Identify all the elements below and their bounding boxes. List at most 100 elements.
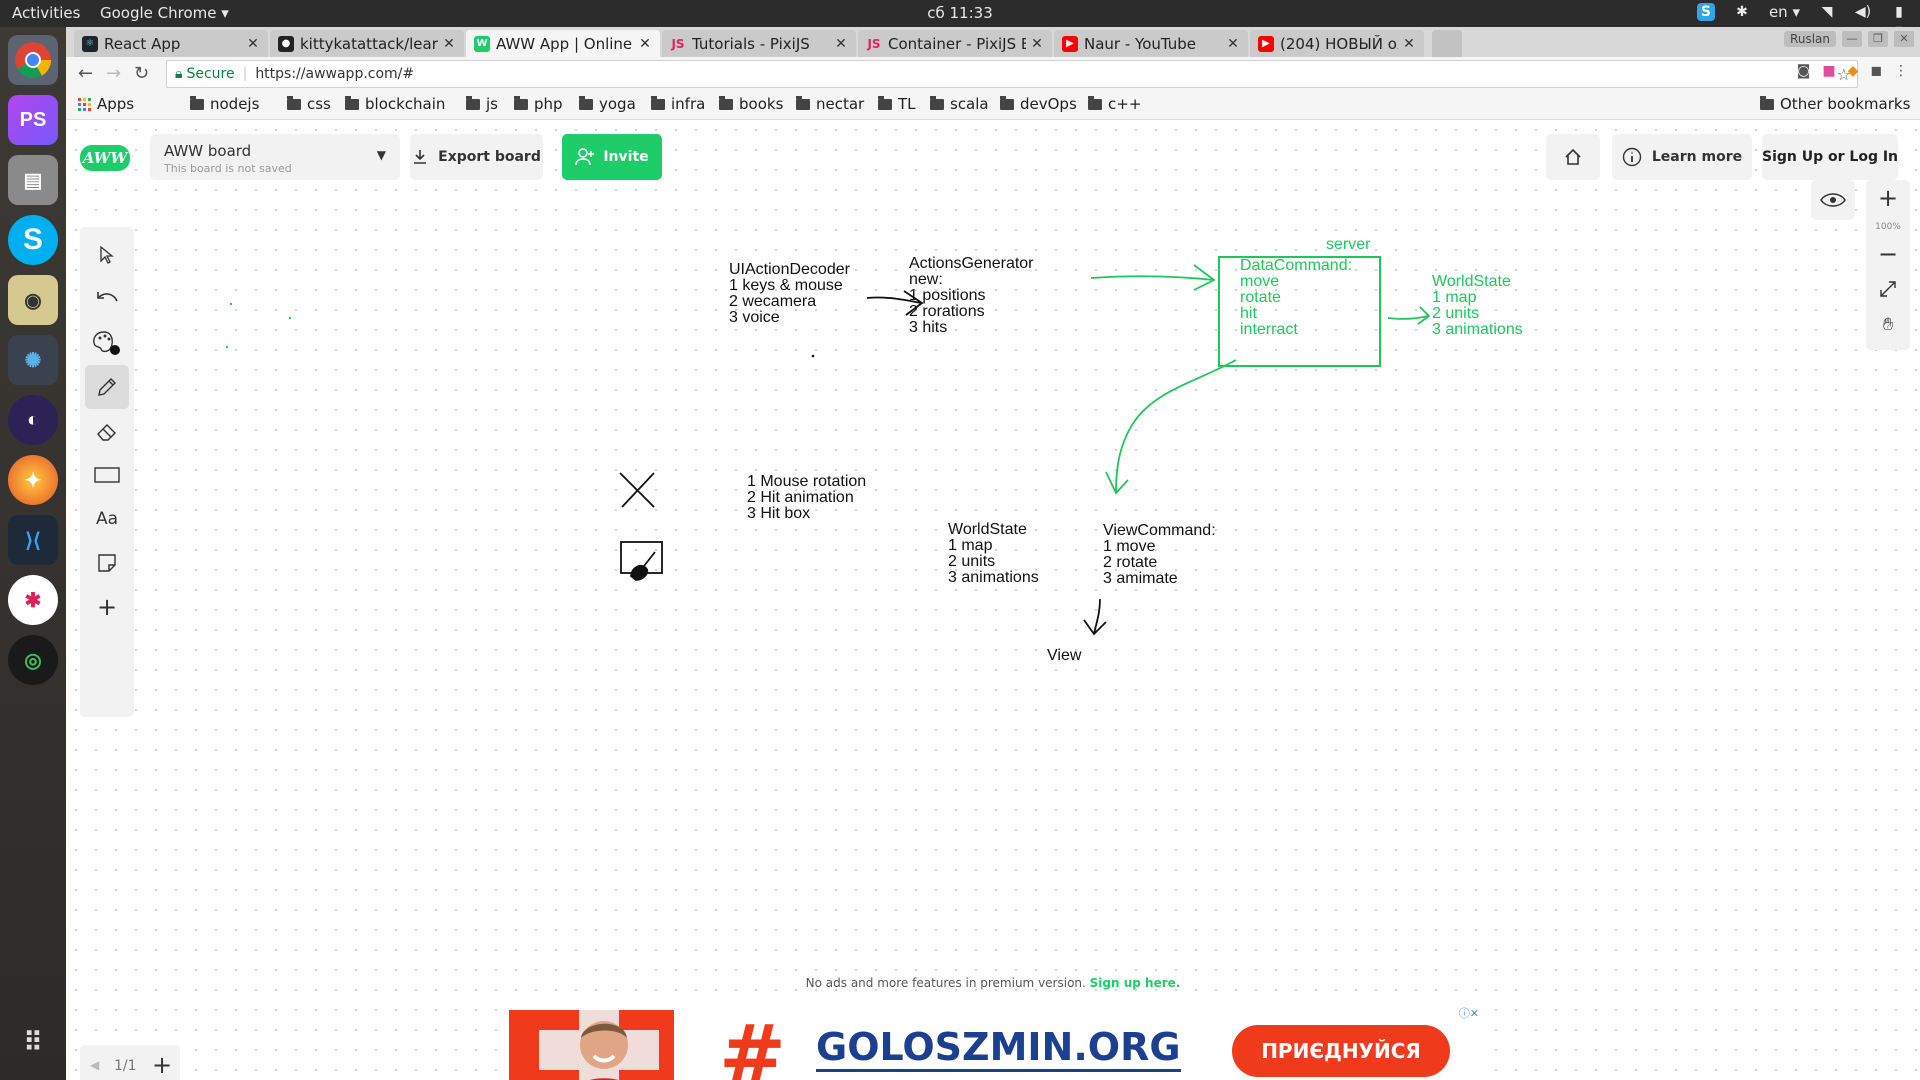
tab-pixijs-container[interactable]: JS Container - PixiJS E ✕ [858, 30, 1052, 57]
ad-banner[interactable]: # GOLOSZMIN.ORG ПРИЄДНУЙСЯ ⓘ✕ [509, 1005, 1479, 1080]
bookmark-css[interactable]: css [287, 95, 331, 113]
undo-tool[interactable] [85, 277, 129, 321]
shape-tool[interactable] [85, 453, 129, 497]
bookmark-label: infra [671, 95, 706, 113]
reload-icon[interactable]: ↻ [134, 63, 149, 84]
wifi-icon[interactable]: ◥ [1818, 3, 1836, 21]
fullscreen-icon[interactable] [1866, 280, 1910, 302]
profile-button[interactable]: Ruslan [1784, 31, 1836, 47]
bookmark-blockchain[interactable]: blockchain [345, 95, 445, 113]
volume-icon[interactable]: ◀) [1854, 3, 1872, 21]
tab-github[interactable]: ● kittykatattack/learn ✕ [270, 30, 464, 57]
folder-icon [1000, 95, 1014, 110]
forward-icon[interactable]: → [106, 63, 121, 84]
app-menu[interactable]: Google Chrome ▾ [100, 4, 229, 22]
skype-launcher-icon[interactable]: S [8, 215, 58, 265]
folder-icon [190, 95, 204, 110]
tab-awwapp[interactable]: W AWW App | Online W ✕ [466, 30, 660, 57]
close-tab-icon[interactable]: ✕ [1226, 36, 1240, 52]
webcam-launcher-icon[interactable]: ◎ [8, 635, 58, 685]
learn-more-button[interactable]: Learn more [1612, 134, 1752, 180]
back-icon[interactable]: ← [78, 63, 93, 84]
close-tab-icon[interactable]: ✕ [834, 36, 848, 52]
phpstorm-launcher-icon[interactable]: PS [8, 95, 58, 145]
shotwell-launcher-icon[interactable]: ✺ [8, 335, 58, 385]
bookmark-devops[interactable]: devOps [1000, 95, 1077, 113]
bookmark-php[interactable]: php [514, 95, 563, 113]
bookmark-cpp[interactable]: c++ [1088, 95, 1141, 113]
close-window-icon[interactable]: ✕ [1894, 31, 1914, 47]
sticky-note-tool[interactable] [85, 541, 129, 585]
bookmark-label: yoga [599, 95, 636, 113]
extension-fox-icon[interactable]: ◆ [1848, 63, 1859, 79]
bookmark-books[interactable]: books [719, 95, 783, 113]
premium-text: No ads and more features in premium vers… [805, 976, 1090, 990]
address-bar[interactable]: 🔒︎ Secure | https://awwapp.com/# ☆ [166, 60, 1858, 88]
tab-youtube-naur[interactable]: ▶ Naur - YouTube ✕ [1054, 30, 1248, 57]
extension-off-icon[interactable]: ◙ [1797, 63, 1811, 79]
skype-tray-icon[interactable]: S [1696, 3, 1715, 21]
bookmark-js[interactable]: js [466, 95, 498, 113]
select-tool[interactable] [85, 233, 129, 277]
slack-launcher-icon[interactable]: ✱ [8, 575, 58, 625]
pan-hand-icon[interactable]: ✋︎ [1866, 314, 1910, 335]
tab-react-app[interactable]: ⚛ React App ✕ [74, 30, 268, 57]
chrome-launcher-icon[interactable] [8, 35, 58, 85]
aww-logo[interactable]: AWW [80, 145, 130, 171]
clock[interactable]: сб 11:33 [927, 4, 993, 22]
bookmark-tl[interactable]: TL [878, 95, 916, 113]
export-board-button[interactable]: Export board [410, 134, 543, 180]
other-bookmarks[interactable]: Other bookmarks [1760, 95, 1910, 113]
tab-youtube-novy[interactable]: ▶ (204) НОВЫЙ охоти ✕ [1250, 30, 1424, 57]
bookmark-yoga[interactable]: yoga [579, 95, 636, 113]
files-launcher-icon[interactable]: ▤ [8, 155, 58, 205]
eraser-tool[interactable] [85, 409, 129, 453]
zoom-in-icon[interactable]: + [1866, 184, 1910, 212]
home-button[interactable] [1546, 134, 1600, 180]
bookmark-infra[interactable]: infra [651, 95, 705, 113]
firefox-launcher-icon[interactable]: ✦ [8, 455, 58, 505]
close-tab-icon[interactable]: ✕ [246, 36, 260, 52]
extension-pink-icon[interactable]: ■ [1822, 63, 1835, 79]
signup-login-button[interactable]: Sign Up or Log In [1762, 134, 1898, 180]
adchoices-icon[interactable]: ⓘ✕ [1459, 1005, 1479, 1021]
bookmark-apps[interactable]: Apps [78, 95, 134, 113]
minimize-icon[interactable]: — [1842, 31, 1862, 47]
maximize-icon[interactable]: ❐ [1868, 31, 1888, 47]
battery-icon[interactable]: ▮ ▾ [1890, 3, 1908, 38]
view-mode-button[interactable] [1811, 180, 1855, 220]
bookmark-nectar[interactable]: nectar [796, 95, 864, 113]
zoom-panel: + 100% − ✋︎ [1866, 180, 1910, 350]
premium-signup-link[interactable]: Sign up here. [1090, 976, 1181, 990]
bookmark-nodejs[interactable]: nodejs [190, 95, 259, 113]
chrome-menu-icon[interactable]: ⋮ [1894, 63, 1908, 79]
language-indicator[interactable]: en ▾ [1769, 3, 1800, 21]
zoom-level: 100% [1875, 222, 1901, 232]
window-controls: Ruslan — ❐ ✕ [1784, 31, 1914, 47]
close-tab-icon[interactable]: ✕ [1030, 36, 1044, 52]
whiteboard-canvas[interactable]: AWW AWW board This board is not saved ▼ … [66, 120, 1920, 1080]
close-tab-icon[interactable]: ✕ [1402, 36, 1416, 52]
bookmark-scala[interactable]: scala [930, 95, 989, 113]
eclipse-launcher-icon[interactable]: ◐ [8, 395, 58, 445]
rhythmbox-launcher-icon[interactable]: ◉ [8, 275, 58, 325]
zoom-out-icon[interactable]: − [1866, 240, 1910, 268]
activities-button[interactable]: Activities [12, 4, 80, 22]
new-tab-button[interactable] [1432, 30, 1462, 57]
add-tool[interactable]: + [85, 585, 129, 629]
add-page-icon[interactable]: + [152, 1051, 172, 1079]
show-apps-icon[interactable]: ⠿ [8, 1017, 58, 1067]
close-tab-icon[interactable]: ✕ [442, 36, 456, 52]
vscode-launcher-icon[interactable]: ⟩⟨ [8, 515, 58, 565]
slack-tray-icon[interactable]: ✱ [1733, 3, 1751, 21]
color-tool[interactable] [85, 321, 129, 365]
tab-pixijs-tutorials[interactable]: JS Tutorials - PixiJS ✕ [662, 30, 856, 57]
extension-grey-icon[interactable]: ◼ [1870, 63, 1882, 79]
close-tab-icon[interactable]: ✕ [638, 36, 652, 52]
invite-button[interactable]: Invite [562, 134, 662, 180]
prev-page-icon[interactable]: ◀ [90, 1058, 99, 1072]
pencil-tool[interactable] [85, 365, 129, 409]
ad-join-button[interactable]: ПРИЄДНУЙСЯ [1232, 1025, 1450, 1077]
text-tool[interactable]: Aa [85, 497, 129, 541]
board-selector[interactable]: AWW board This board is not saved ▼ [150, 134, 400, 180]
